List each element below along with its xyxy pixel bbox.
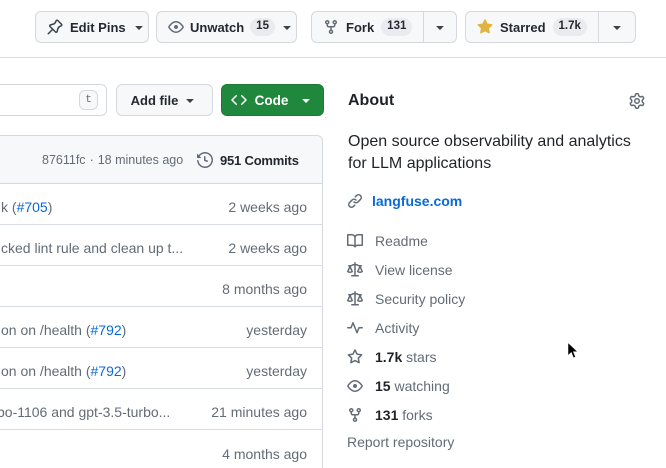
commit-time: 18 minutes ago (98, 153, 183, 167)
sidebar-item-label: 1.7k stars (375, 349, 436, 365)
fork-button-group: Fork 131 (311, 11, 457, 43)
repo-forked-icon (347, 407, 363, 423)
file-row[interactable]: cked lint rule and clean up t... 2 weeks… (0, 225, 322, 266)
commit-message-suffix: ) (122, 363, 127, 379)
commit-date: 21 minutes ago (211, 392, 307, 432)
pulse-icon (347, 320, 363, 336)
book-icon (347, 233, 363, 249)
unwatch-button[interactable]: Unwatch 15 (156, 11, 297, 43)
code-label: Code (255, 93, 289, 108)
latest-commit-bar: 87611fc · 18 minutes ago 951 Commits (0, 136, 322, 184)
file-row[interactable]: 8 months ago (0, 266, 322, 307)
commit-message[interactable]: cked lint rule and clean up t... (1, 240, 183, 256)
sidebar-item-label: 131 forks (375, 407, 433, 423)
header-divider (0, 57, 666, 58)
website-link[interactable]: langfuse.com (372, 193, 462, 209)
issue-link[interactable]: #792 (91, 322, 122, 338)
add-file-button[interactable]: Add file (116, 84, 213, 116)
eye-icon (168, 19, 184, 35)
commit-message[interactable]: bo-1106 and gpt-3.5-turbo... (0, 404, 170, 420)
chevron-down-icon (432, 19, 448, 35)
sidebar-item-watching[interactable]: 15 watching (347, 378, 450, 394)
law-icon (347, 291, 363, 307)
issue-link[interactable]: #792 (91, 363, 122, 379)
unwatch-label: Unwatch (190, 20, 244, 35)
commit-hash-link[interactable]: 87611fc (42, 153, 86, 167)
go-to-file-input[interactable]: t (0, 84, 107, 116)
commit-message[interactable]: k ( (1, 199, 17, 215)
latest-commit-meta: 87611fc · 18 minutes ago (42, 136, 183, 184)
commit-message[interactable]: on on /health ( (1, 363, 91, 379)
commit-meta-separator: · (90, 153, 94, 167)
commit-date: 2 weeks ago (228, 187, 307, 227)
fork-button[interactable]: Fork 131 (312, 12, 423, 42)
law-icon (347, 262, 363, 278)
about-title: About (348, 92, 394, 110)
chevron-down-icon (609, 19, 625, 35)
sidebar-item-label: View license (375, 262, 453, 278)
starred-label: Starred (500, 20, 546, 35)
file-row[interactable]: on on /health (#792) yesterday (0, 348, 322, 389)
chevron-down-icon (279, 19, 295, 35)
edit-pins-button[interactable]: Edit Pins (35, 11, 149, 43)
sidebar-item-license[interactable]: View license (347, 262, 453, 278)
commit-message-suffix: ) (48, 199, 53, 215)
chevron-down-icon (131, 19, 147, 35)
repo-forked-icon (323, 19, 339, 35)
repo-description: Open source observability and analytics … (348, 131, 650, 175)
sidebar-item-activity[interactable]: Activity (347, 320, 419, 336)
starred-button[interactable]: Starred 1.7k (466, 12, 598, 42)
sidebar-item-readme[interactable]: Readme (347, 233, 428, 249)
sidebar-item-label: 15 watching (375, 378, 450, 394)
star-button-group: Starred 1.7k (465, 11, 636, 43)
fork-count-badge: 131 (381, 18, 412, 36)
add-file-label: Add file (131, 93, 179, 108)
go-to-file-shortcut-key: t (79, 90, 98, 110)
report-repository-link[interactable]: Report repository (347, 434, 454, 450)
star-fill-icon (477, 19, 493, 35)
history-icon (197, 152, 213, 168)
commit-date: 2 weeks ago (228, 228, 307, 268)
star-dropdown-button[interactable] (599, 12, 635, 42)
star-count-badge: 1.7k (553, 18, 587, 36)
github-repo-page: Edit Pins Unwatch 15 Fork 131 Starred 1.… (0, 0, 666, 468)
sidebar-item-stars[interactable]: 1.7k stars (347, 349, 436, 365)
watch-count-badge: 15 (250, 18, 275, 36)
fork-dropdown-button[interactable] (424, 12, 456, 42)
chevron-down-icon (298, 92, 314, 108)
chevron-down-icon (182, 92, 198, 108)
commit-date: 8 months ago (222, 269, 307, 309)
file-row[interactable]: 4 months ago (0, 430, 322, 468)
file-table: 87611fc · 18 minutes ago 951 Commits k (… (0, 135, 323, 468)
commit-history-link[interactable]: 951 Commits (197, 136, 299, 184)
sidebar-item-label: Activity (375, 320, 419, 336)
file-row[interactable]: bo-1106 and gpt-3.5-turbo... 21 minutes … (0, 389, 322, 430)
commits-count-label: 951 Commits (220, 153, 299, 168)
link-icon (347, 193, 363, 209)
sidebar-item-label: Readme (375, 233, 428, 249)
website-row: langfuse.com (347, 193, 462, 209)
pin-icon (47, 19, 63, 35)
code-icon (231, 92, 247, 108)
commit-date: 4 months ago (222, 433, 307, 468)
eye-icon (347, 378, 363, 394)
star-icon (347, 349, 363, 365)
mouse-cursor (566, 341, 579, 361)
commit-date: yesterday (246, 310, 307, 350)
commit-date: yesterday (246, 351, 307, 391)
commit-message[interactable]: on on /health ( (1, 322, 91, 338)
file-row[interactable]: on on /health (#792) yesterday (0, 307, 322, 348)
sidebar-item-label: Security policy (375, 291, 465, 307)
code-button[interactable]: Code (221, 84, 324, 116)
commit-message-suffix: ) (122, 322, 127, 338)
sidebar-item-security-policy[interactable]: Security policy (347, 291, 465, 307)
fork-label: Fork (346, 20, 374, 35)
edit-pins-label: Edit Pins (70, 20, 126, 35)
gear-icon[interactable] (629, 93, 645, 109)
sidebar-item-forks[interactable]: 131 forks (347, 407, 433, 423)
file-row[interactable]: k (#705) 2 weeks ago (0, 184, 322, 225)
issue-link[interactable]: #705 (17, 199, 48, 215)
